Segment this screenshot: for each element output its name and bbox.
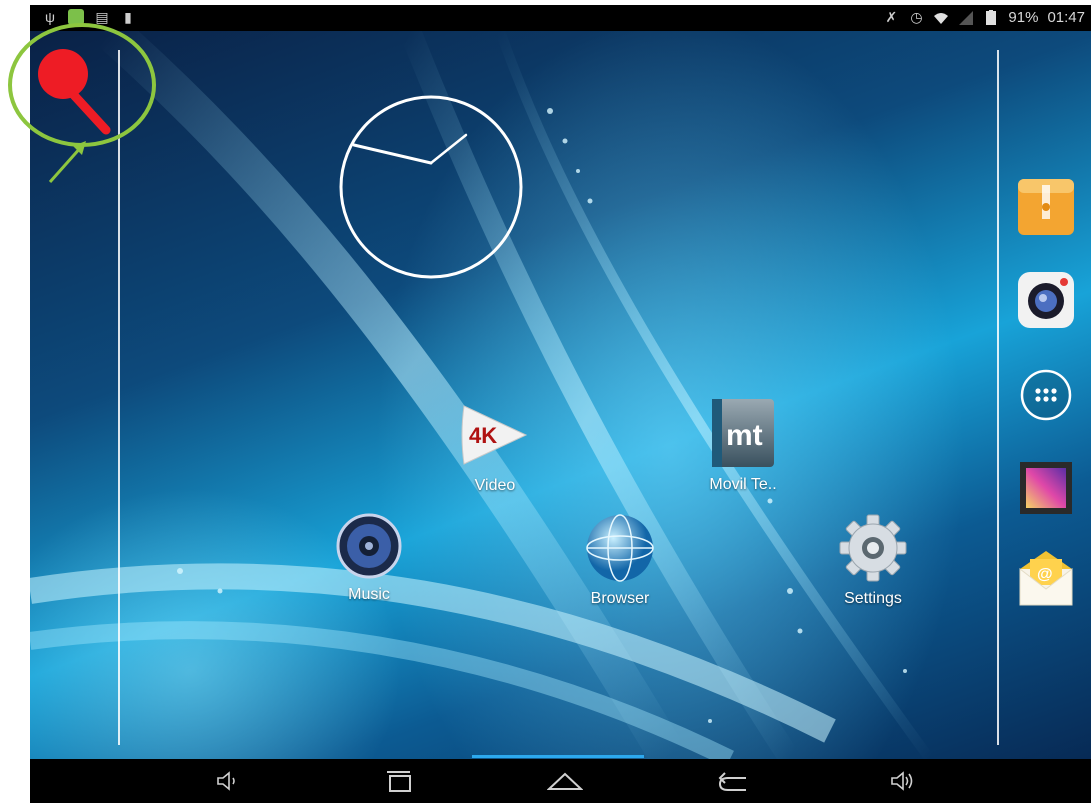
svg-text:4K: 4K bbox=[469, 423, 497, 448]
gallery-icon bbox=[1020, 462, 1072, 514]
wallpaper-art bbox=[30, 31, 935, 759]
alarm-icon: ◷ bbox=[910, 9, 923, 25]
app-browser[interactable]: Browser bbox=[560, 513, 680, 608]
volume-down-icon bbox=[217, 771, 235, 791]
volume-up-button[interactable] bbox=[883, 767, 923, 795]
dock-app-drawer[interactable] bbox=[1016, 365, 1076, 425]
file-manager-icon bbox=[1018, 179, 1074, 235]
mute-icon: ✗ bbox=[885, 9, 898, 25]
signal-icon bbox=[958, 10, 974, 26]
dock-camera[interactable] bbox=[1016, 270, 1076, 330]
volume-up-icon bbox=[891, 771, 913, 791]
dock-email[interactable]: @ bbox=[1016, 551, 1076, 611]
wallpaper bbox=[30, 31, 1091, 759]
battery-icon bbox=[983, 10, 999, 26]
dock-file-manager[interactable] bbox=[1016, 177, 1076, 237]
minute-hand bbox=[429, 133, 468, 165]
right-edge-line bbox=[997, 50, 999, 745]
volume-down-button[interactable] bbox=[208, 767, 248, 795]
dock-gallery[interactable] bbox=[1016, 458, 1076, 518]
app-settings[interactable]: Settings bbox=[813, 513, 933, 608]
4k-video-icon: 4K bbox=[461, 405, 528, 465]
back-icon bbox=[718, 772, 746, 791]
recent-apps-button[interactable] bbox=[379, 767, 419, 795]
app-label-settings: Settings bbox=[844, 590, 902, 607]
recent-apps-icon bbox=[387, 771, 411, 792]
speaker-icon bbox=[336, 513, 402, 579]
app-drawer-icon bbox=[1020, 369, 1072, 421]
app-movil-te[interactable]: mt Movil Te.. bbox=[683, 397, 803, 494]
gear-icon bbox=[839, 514, 907, 582]
home-button[interactable] bbox=[545, 767, 585, 795]
back-button[interactable] bbox=[713, 767, 753, 795]
app-label-music: Music bbox=[348, 586, 390, 603]
mt-app-icon: mt bbox=[712, 399, 774, 467]
usb-icon: ψ bbox=[45, 9, 55, 25]
app-label-video: Video bbox=[474, 477, 516, 494]
navigation-bar bbox=[30, 759, 1091, 803]
clock-time: 01:47 bbox=[1047, 9, 1085, 26]
tablet-screen: ψ ▤ ▮ ✗ ◷ 91% 01:47 4K Video mt Movil Te… bbox=[30, 5, 1091, 803]
app-label-movil-te: Movil Te.. bbox=[709, 476, 777, 493]
screenshot-icon: ▤ bbox=[95, 8, 109, 25]
svg-text:mt: mt bbox=[726, 419, 763, 452]
globe-icon bbox=[586, 514, 654, 582]
notification-app-icon bbox=[68, 9, 84, 25]
battery-level: 91% bbox=[1008, 9, 1039, 26]
wifi-icon bbox=[933, 10, 949, 26]
home-icon bbox=[547, 772, 583, 790]
email-icon: @ bbox=[1019, 551, 1073, 606]
barcode-icon: ▮ bbox=[124, 8, 132, 25]
analog-clock-widget[interactable] bbox=[338, 94, 524, 280]
camera-icon bbox=[1018, 272, 1074, 328]
svg-text:@: @ bbox=[1037, 566, 1053, 583]
hour-hand bbox=[352, 143, 433, 165]
app-music[interactable]: Music bbox=[309, 513, 429, 604]
status-bar: ψ ▤ ▮ ✗ ◷ 91% 01:47 bbox=[30, 5, 1091, 31]
home-page-indicator bbox=[472, 755, 644, 758]
app-video[interactable]: 4K Video bbox=[435, 400, 555, 495]
left-edge-line bbox=[118, 50, 120, 745]
app-label-browser: Browser bbox=[590, 590, 650, 607]
